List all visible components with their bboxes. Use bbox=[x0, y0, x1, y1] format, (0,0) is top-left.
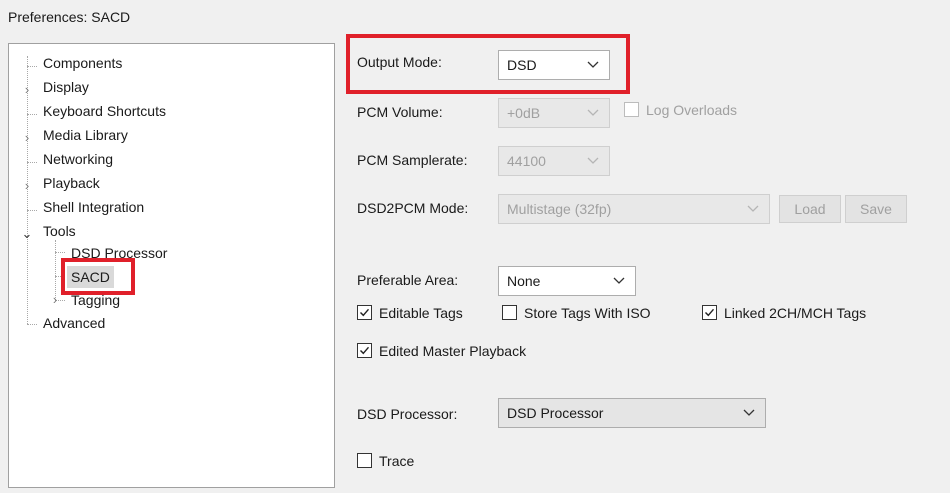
tree-connector bbox=[27, 66, 37, 67]
tree-connector bbox=[27, 114, 37, 115]
tree-item-label: Playback bbox=[43, 175, 100, 191]
save-button[interactable]: Save bbox=[845, 195, 907, 223]
tree-item-components[interactable]: Components bbox=[39, 52, 126, 74]
tree-item-label: Networking bbox=[43, 151, 114, 167]
dsd-processor-select[interactable]: DSD Processor bbox=[498, 398, 766, 428]
tree-item-label: Keyboard Shortcuts bbox=[43, 103, 166, 119]
load-button[interactable]: Load bbox=[779, 195, 841, 223]
preferable-area-label: Preferable Area: bbox=[357, 272, 459, 288]
tree-item-display[interactable]: Display bbox=[39, 76, 93, 98]
tree-connector bbox=[27, 210, 37, 211]
chevron-down-icon bbox=[613, 267, 627, 295]
dsd-processor-label: DSD Processor: bbox=[357, 406, 458, 422]
pcm-volume-label: PCM Volume: bbox=[357, 104, 443, 120]
preferable-area-select[interactable]: None bbox=[498, 266, 636, 296]
pcm-samplerate-label: PCM Samplerate: bbox=[357, 152, 468, 168]
dsd2pcm-mode-label: DSD2PCM Mode: bbox=[357, 200, 469, 216]
editable-tags-label: Editable Tags bbox=[379, 305, 463, 321]
chevron-down-icon bbox=[743, 399, 757, 427]
tree-item-advanced[interactable]: Advanced bbox=[39, 312, 109, 334]
dsd2pcm-mode-select[interactable]: Multistage (32fp) bbox=[498, 194, 770, 224]
chevron-right-icon[interactable]: › bbox=[21, 127, 33, 149]
tree-item-tools[interactable]: Tools bbox=[39, 220, 80, 242]
dsd-processor-value: DSD Processor bbox=[507, 405, 604, 421]
checkmark-icon bbox=[360, 308, 370, 317]
log-overloads-label: Log Overloads bbox=[646, 102, 738, 118]
edited-master-label: Edited Master Playback bbox=[379, 343, 527, 359]
tree-connector bbox=[55, 252, 65, 253]
tree-item-label: Display bbox=[43, 79, 89, 95]
chevron-right-icon[interactable]: › bbox=[49, 289, 61, 311]
tree-item-media-library[interactable]: Media Library bbox=[39, 124, 132, 146]
log-overloads-checkbox[interactable] bbox=[624, 102, 639, 117]
chevron-down-icon bbox=[587, 147, 601, 175]
output-mode-label: Output Mode: bbox=[357, 54, 442, 70]
chevron-down-icon bbox=[747, 195, 761, 223]
checkmark-icon bbox=[360, 346, 370, 355]
tree-item-shell-integration[interactable]: Shell Integration bbox=[39, 196, 148, 218]
chevron-right-icon[interactable]: › bbox=[21, 175, 33, 197]
preferable-area-value: None bbox=[507, 273, 541, 289]
dsd2pcm-mode-value: Multistage (32fp) bbox=[507, 201, 612, 217]
tree-item-playback[interactable]: Playback bbox=[39, 172, 104, 194]
pcm-samplerate-select[interactable]: 44100 bbox=[498, 146, 610, 176]
chevron-down-icon bbox=[587, 51, 601, 79]
tree-item-label: Shell Integration bbox=[43, 199, 145, 215]
pcm-volume-value: +0dB bbox=[507, 105, 541, 121]
tree-item-label: Tools bbox=[43, 223, 76, 239]
trace-label: Trace bbox=[379, 453, 415, 469]
output-mode-select[interactable]: DSD bbox=[498, 50, 610, 80]
store-tags-iso-checkbox[interactable] bbox=[502, 305, 517, 320]
editable-tags-checkbox[interactable] bbox=[357, 305, 372, 320]
trace-checkbox[interactable] bbox=[357, 453, 372, 468]
pcm-samplerate-value: 44100 bbox=[507, 153, 546, 169]
chevron-right-icon[interactable]: › bbox=[21, 79, 33, 101]
output-mode-value: DSD bbox=[507, 57, 537, 73]
linked-tags-label: Linked 2CH/MCH Tags bbox=[724, 305, 867, 321]
tree-item-keyboard-shortcuts[interactable]: Keyboard Shortcuts bbox=[39, 100, 170, 122]
pcm-volume-select[interactable]: +0dB bbox=[498, 98, 610, 128]
store-tags-iso-label: Store Tags With ISO bbox=[524, 305, 651, 321]
tree-item-label: Advanced bbox=[43, 315, 106, 331]
tree-connector bbox=[27, 162, 37, 163]
tree-item-networking[interactable]: Networking bbox=[39, 148, 117, 170]
chevron-down-icon bbox=[587, 99, 601, 127]
tree-item-label: Media Library bbox=[43, 127, 128, 143]
preferences-tree[interactable]: › › › ⌄ › Components Display Keyboard Sh… bbox=[8, 43, 335, 488]
tree-item-label: Components bbox=[43, 55, 123, 71]
edited-master-checkbox[interactable] bbox=[357, 343, 372, 358]
chevron-down-icon[interactable]: ⌄ bbox=[21, 223, 33, 245]
checkmark-icon bbox=[705, 308, 715, 317]
window-title: Preferences: SACD bbox=[8, 9, 131, 25]
sacd-highlight-box bbox=[61, 258, 135, 295]
linked-tags-checkbox[interactable] bbox=[702, 305, 717, 320]
tree-connector bbox=[27, 324, 37, 325]
